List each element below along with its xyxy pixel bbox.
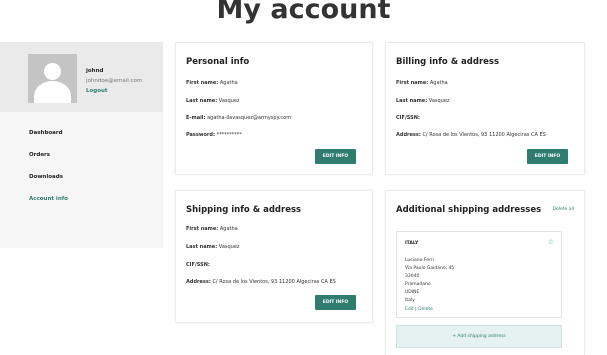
billing-cif: CIF/SSN:	[396, 115, 420, 121]
avatar-body-shape	[34, 81, 71, 103]
billing-info-card: Billing info & address First name: Agath…	[385, 42, 585, 175]
avatar	[28, 54, 77, 103]
billing-first-name: First name: Agatha	[396, 80, 448, 86]
first-name-value: Agatha	[219, 226, 238, 232]
last-name-label: Last name:	[186, 98, 218, 104]
cif-label: CIF/SSN:	[396, 115, 420, 121]
personal-info-card: Personal info First name: Agatha Last na…	[175, 42, 373, 175]
password-label: Password:	[186, 132, 215, 138]
personal-password: Password: **********	[186, 132, 242, 138]
address-actions: Edit | Delete	[405, 307, 433, 312]
shipping-info-title: Shipping info & address	[186, 205, 302, 215]
personal-info-title: Personal info	[186, 57, 250, 67]
address-value: C/ Rosa de los Vientos, 93 11200 Algecir…	[212, 279, 336, 285]
shipping-first-name: First name: Agatha	[186, 226, 238, 232]
last-name-value: Vasquez	[218, 244, 240, 250]
address-lines: Luciano Ferri Via Paolo Gaidano, 45 3304…	[405, 257, 454, 305]
shipping-address: Address: C/ Rosa de los Vientos, 93 1120…	[186, 279, 336, 285]
cif-label: CIF/SSN:	[186, 262, 210, 268]
avatar-head-shape	[44, 63, 61, 80]
address-zip: 33040	[405, 274, 420, 279]
last-name-label: Last name:	[396, 98, 428, 104]
address-value: C/ Rosa de los Vientos, 93 11200 Algecir…	[422, 132, 546, 138]
personal-first-name: First name: Agatha	[186, 80, 238, 86]
first-name-label: First name:	[186, 226, 219, 232]
address-country: Italy	[405, 298, 415, 303]
nav-item-dashboard[interactable]: Dashboard	[29, 129, 68, 151]
billing-last-name: Last name: Vasquez	[396, 98, 450, 104]
shipping-last-name: Last name: Vasquez	[186, 244, 240, 250]
first-name-label: First name:	[186, 80, 219, 86]
first-name-value: Agatha	[429, 80, 448, 86]
address-country-heading: ITALY	[405, 241, 419, 246]
profile-email: johndoe@email.com	[86, 78, 143, 84]
nav-item-orders[interactable]: Orders	[29, 151, 68, 173]
address-street: Via Paolo Gaidano, 45	[405, 266, 455, 271]
additional-addresses-card: Additional shipping addresses Delete all…	[385, 190, 585, 355]
profile-info: johnd johndoe@email.com Logout	[86, 66, 142, 96]
address-name: Luciano Ferri	[405, 258, 434, 263]
personal-last-name: Last name: Vasquez	[186, 98, 240, 104]
billing-edit-info-button[interactable]: EDIT INFO	[527, 149, 568, 164]
address-label: Address:	[186, 279, 211, 285]
page-title: My account	[216, 0, 391, 25]
last-name-value: Vasquez	[218, 98, 240, 104]
sidebar: johnd johndoe@email.com Logout Dashboard…	[0, 42, 163, 248]
password-value: **********	[216, 132, 242, 138]
delete-all-link[interactable]: Delete all	[553, 207, 574, 212]
last-name-value: Vasquez	[428, 98, 450, 104]
last-name-label: Last name:	[186, 244, 218, 250]
address-province: UDINE	[405, 290, 420, 295]
shipping-cif: CIF/SSN:	[186, 262, 210, 268]
personal-email: E-mail: agatha-llavasquez@armyspy.com	[186, 115, 291, 121]
billing-address: Address: C/ Rosa de los Vientos, 93 1120…	[396, 132, 546, 138]
additional-addresses-title: Additional shipping addresses	[396, 205, 542, 215]
email-value: agatha-llavasquez@armyspy.com	[207, 115, 292, 121]
address-label: Address:	[396, 132, 421, 138]
edit-address-link[interactable]: Edit	[405, 307, 414, 312]
email-label: E-mail:	[186, 115, 206, 121]
shipping-edit-info-button[interactable]: EDIT INFO	[315, 295, 356, 310]
personal-edit-info-button[interactable]: EDIT INFO	[315, 149, 356, 164]
address-town: Pramadano	[405, 282, 431, 287]
delete-address-link[interactable]: Delete	[418, 307, 433, 312]
profile-username: johnd	[86, 68, 104, 74]
add-shipping-address-button[interactable]: + Add shipping address	[396, 325, 562, 348]
nav-item-account-info[interactable]: Account info	[29, 195, 68, 217]
first-name-label: First name:	[396, 80, 429, 86]
logout-link[interactable]: Logout	[86, 86, 142, 96]
profile-panel: johnd johndoe@email.com Logout	[0, 42, 163, 112]
account-nav: Dashboard Orders Downloads Account info	[29, 129, 68, 217]
shipping-info-card: Shipping info & address First name: Agat…	[175, 190, 373, 323]
nav-item-downloads[interactable]: Downloads	[29, 173, 68, 195]
action-separator: |	[415, 307, 417, 312]
star-icon[interactable]: ☆	[548, 238, 554, 246]
billing-info-title: Billing info & address	[396, 57, 500, 67]
saved-address-card: ITALY ☆ Luciano Ferri Via Paolo Gaidano,…	[396, 231, 562, 318]
first-name-value: Agatha	[219, 80, 238, 86]
